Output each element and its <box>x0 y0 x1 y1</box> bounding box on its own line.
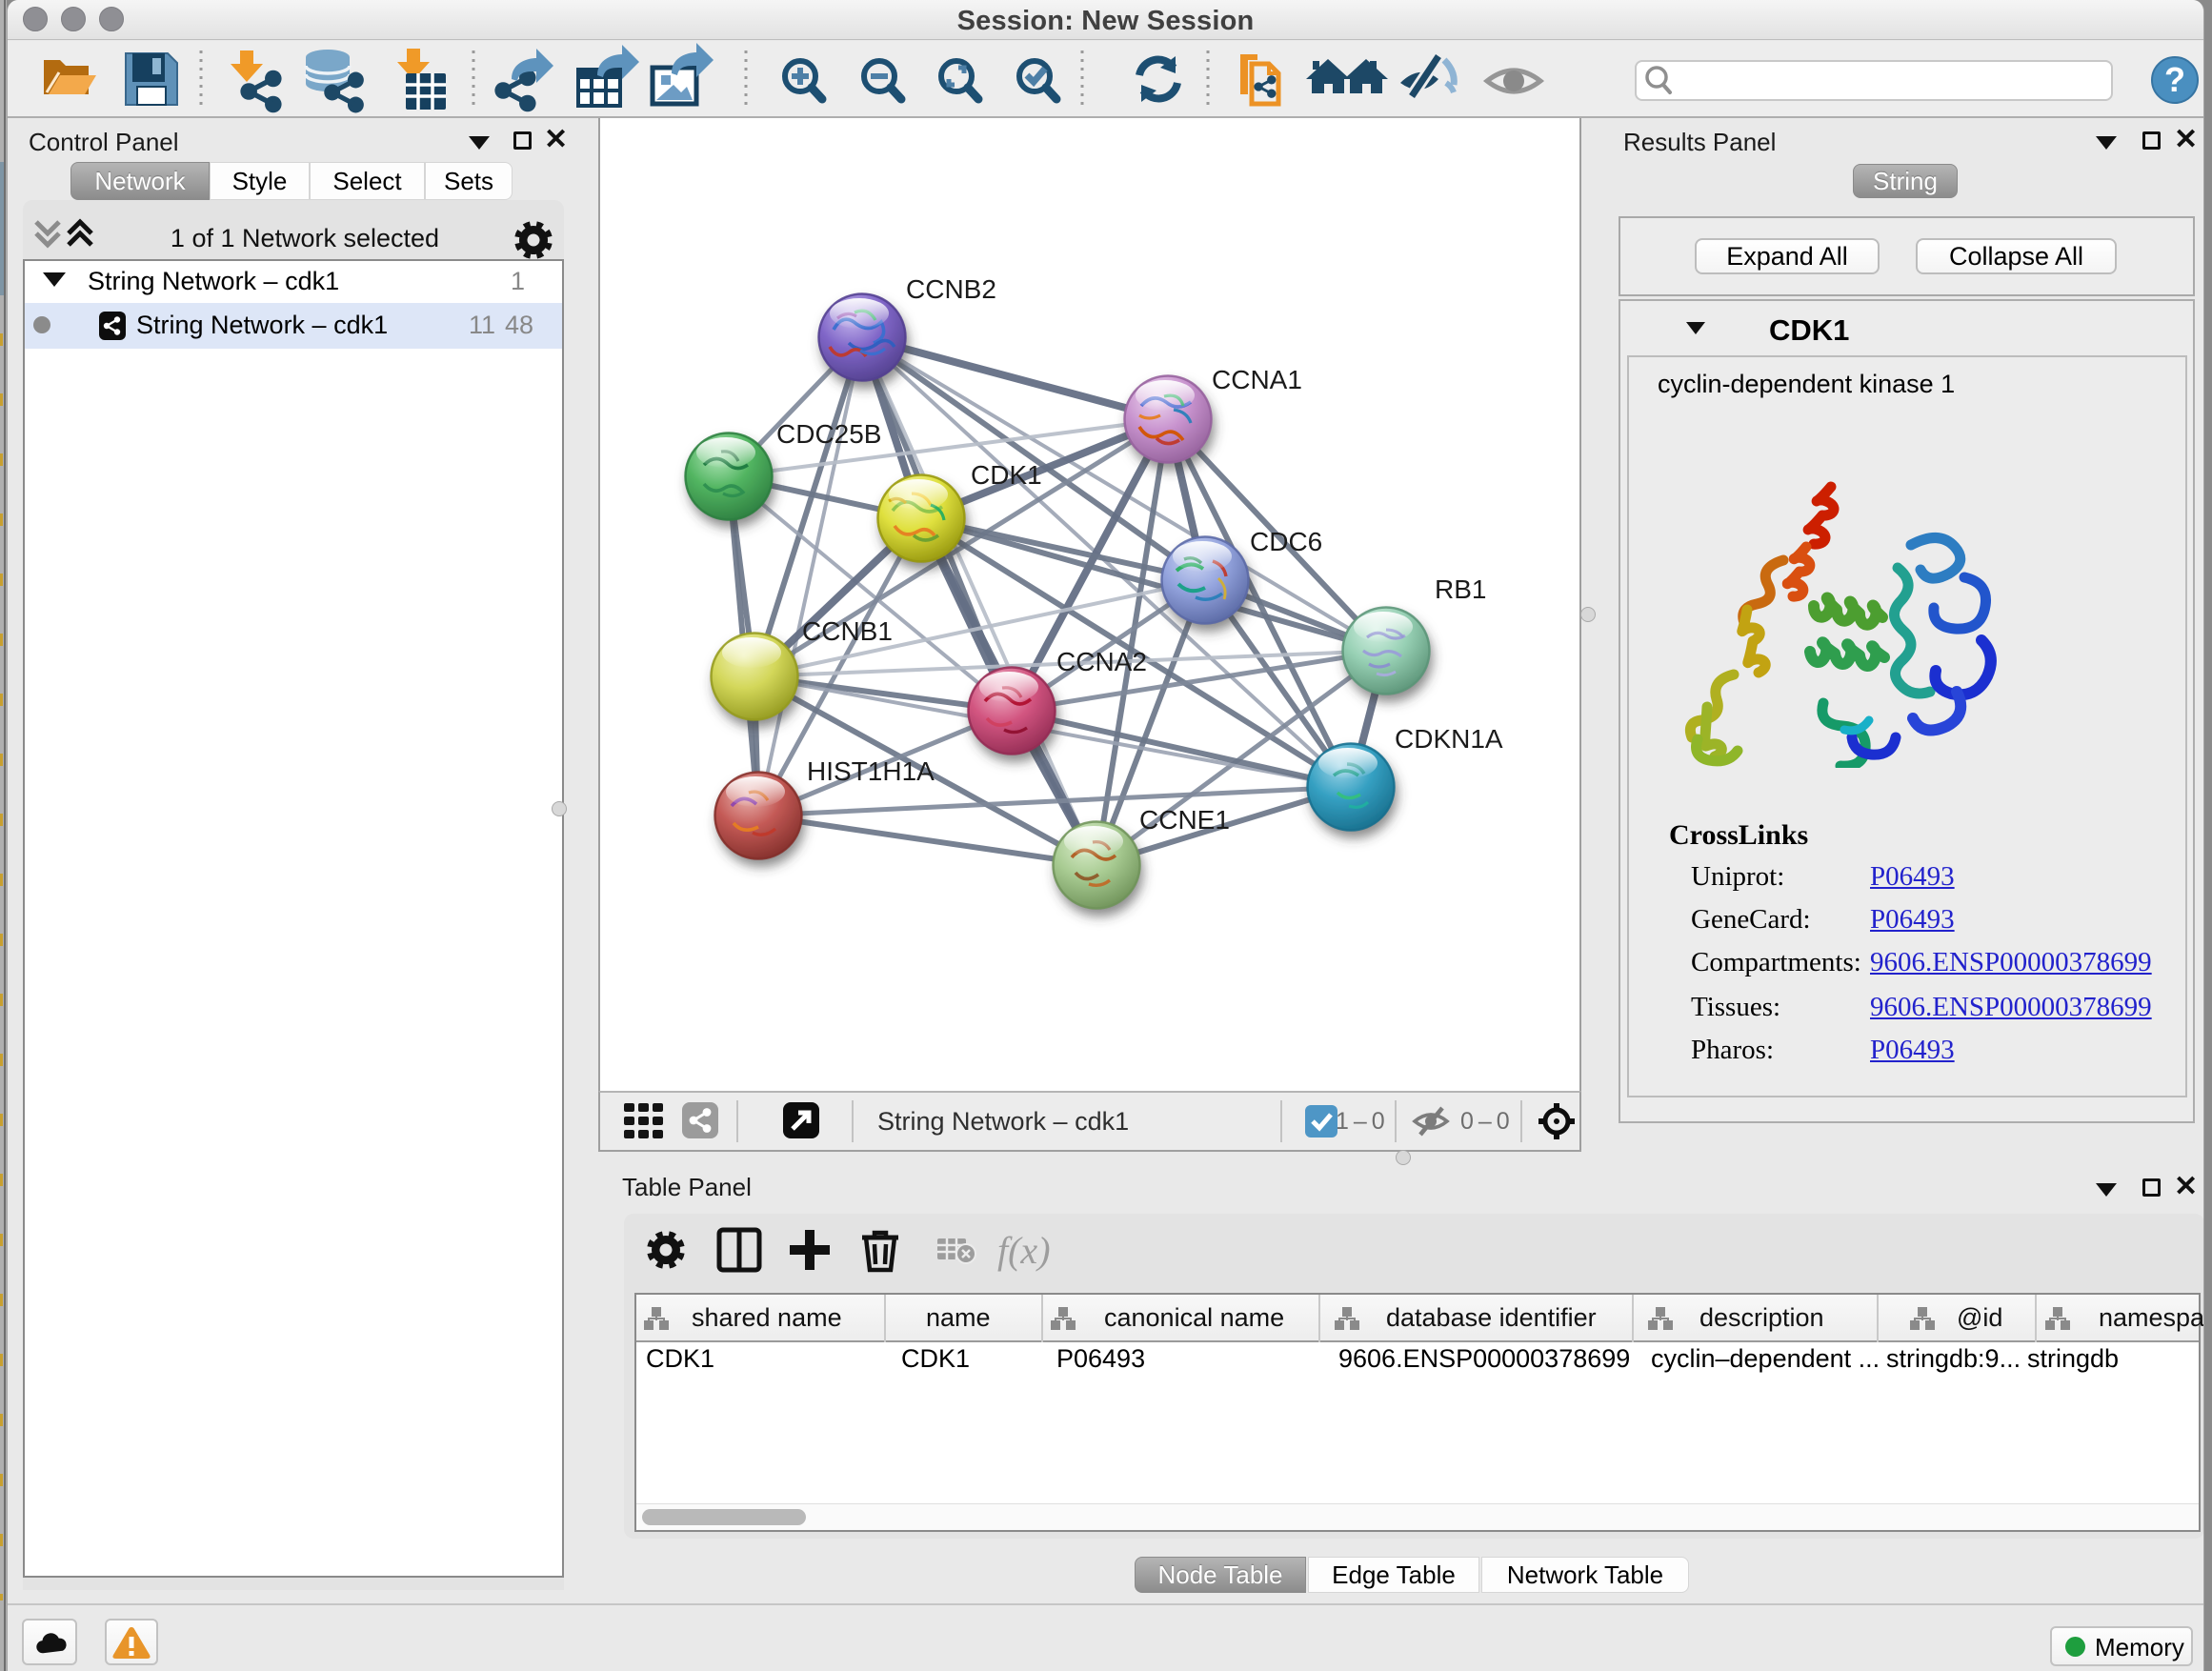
svg-text:CCNA1: CCNA1 <box>1212 365 1302 394</box>
svg-text:CDC6: CDC6 <box>1250 527 1322 556</box>
svg-text:CCNA2: CCNA2 <box>1056 647 1147 676</box>
svg-text:RB1: RB1 <box>1435 574 1486 604</box>
svg-text:?: ? <box>2164 60 2185 99</box>
svg-text:0 – 0: 0 – 0 <box>1460 1108 1509 1135</box>
svg-text:f(x): f(x) <box>997 1229 1051 1272</box>
svg-text:CCNE1: CCNE1 <box>1139 805 1230 835</box>
svg-text:1 of 1 Network selected: 1 of 1 Network selected <box>171 224 439 252</box>
svg-text:CDKN1A: CDKN1A <box>1395 724 1503 754</box>
svg-text:CCNB2: CCNB2 <box>906 274 996 304</box>
svg-text:String Network – cdk1: String Network – cdk1 <box>877 1107 1129 1136</box>
svg-text:CDK1: CDK1 <box>971 460 1042 490</box>
svg-text:HIST1H1A: HIST1H1A <box>807 756 935 786</box>
svg-text:CCNB1: CCNB1 <box>802 616 893 646</box>
svg-text:CDC25B: CDC25B <box>776 419 881 449</box>
svg-text:1 – 0: 1 – 0 <box>1336 1108 1384 1135</box>
